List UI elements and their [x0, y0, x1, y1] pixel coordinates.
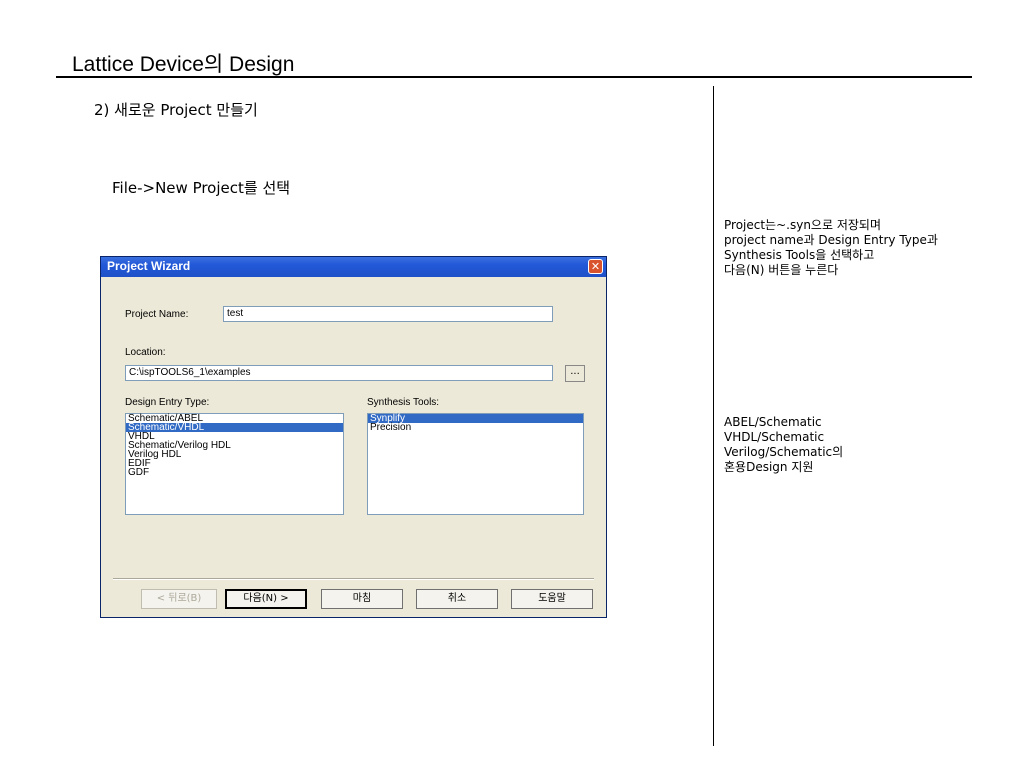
list-item[interactable]: Verilog HDL [126, 450, 343, 460]
design-entry-label: Design Entry Type: [125, 397, 210, 408]
vertical-divider [713, 86, 714, 746]
project-wizard-dialog: Project Wizard ✕ Project Name: test Loca… [100, 256, 607, 618]
title-underline [56, 76, 972, 78]
project-name-label: Project Name: [125, 309, 189, 320]
cancel-button[interactable]: 취소 [416, 589, 498, 609]
browse-button[interactable]: ... [565, 365, 585, 382]
dialog-title: Project Wizard [107, 259, 191, 273]
dialog-titlebar: Project Wizard ✕ [101, 257, 606, 277]
button-separator [113, 578, 594, 580]
list-item[interactable]: EDIF [126, 459, 343, 469]
next-button[interactable]: 다음(N) > [225, 589, 307, 609]
close-button[interactable]: ✕ [588, 259, 603, 274]
help-button[interactable]: 도움말 [511, 589, 593, 609]
synthesis-tools-list[interactable]: Synplify Precision [367, 413, 584, 515]
close-icon: ✕ [590, 260, 601, 273]
finish-button[interactable]: 마침 [321, 589, 403, 609]
back-button[interactable]: < 뒤로(B) [141, 589, 217, 609]
list-item[interactable]: GDF [126, 468, 343, 478]
list-item[interactable]: Schematic/VHDL [126, 423, 343, 433]
note-mixed-design: ABEL/Schematic VHDL/Schematic Verilog/Sc… [724, 415, 844, 474]
location-input[interactable]: C:\ispTOOLS6_1\examples [125, 365, 553, 381]
location-label: Location: [125, 347, 166, 358]
list-item[interactable]: Precision [368, 423, 583, 433]
note-project-save: Project는~.syn으로 저장되며 project name과 Desig… [724, 218, 938, 277]
section-heading: 2) 새로운 Project 만들기 [94, 101, 258, 119]
synthesis-tools-label: Synthesis Tools: [367, 397, 440, 408]
design-entry-list[interactable]: Schematic/ABEL Schematic/VHDL VHDL Schemati… [125, 413, 344, 515]
slide-title: Lattice Device의 Design [72, 53, 295, 76]
instruction-text: File->New Project를 선택 [112, 179, 291, 197]
project-name-input[interactable]: test [223, 306, 553, 322]
